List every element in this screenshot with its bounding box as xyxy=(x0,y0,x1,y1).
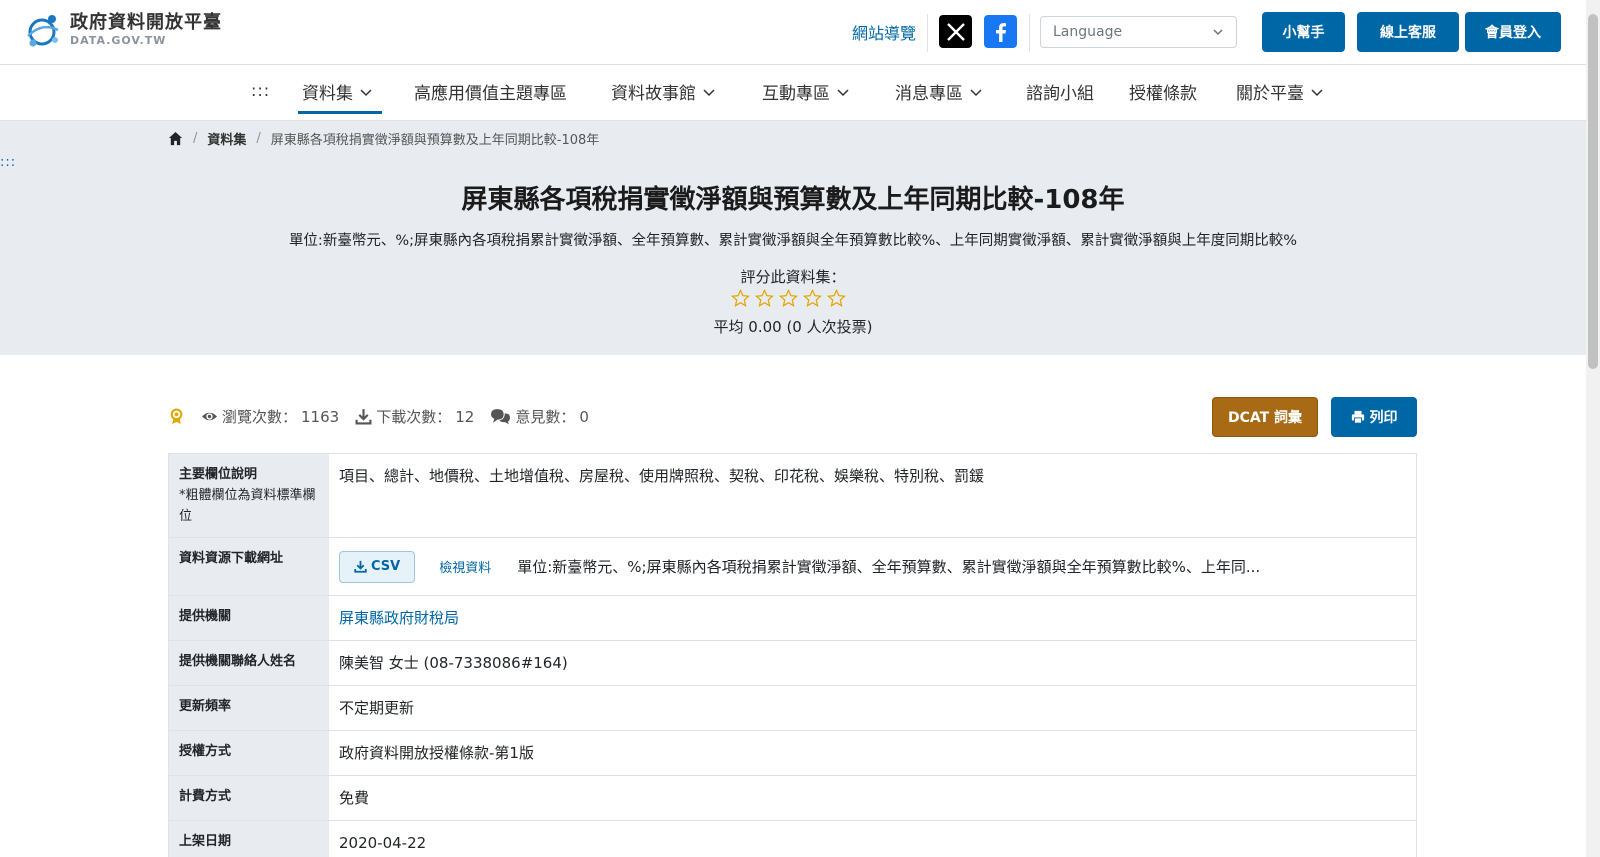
scrollbar-thumb[interactable] xyxy=(1588,14,1598,369)
star-icon[interactable] xyxy=(755,289,774,308)
views-count: 瀏覽次數： 1163 xyxy=(201,406,339,427)
date-value: 2020-04-22 xyxy=(339,834,427,852)
resource-description: 單位:新臺幣元、%;屏東縣內各項稅捐累計實徵淨額、全年預算數、累計實徵淨額與全年… xyxy=(517,557,1261,576)
view-data-link[interactable]: 檢視資料 xyxy=(439,557,491,581)
comments-icon xyxy=(491,409,511,425)
row-label: 上架日期 xyxy=(169,821,329,857)
logo-title: 政府資料開放平臺 xyxy=(70,12,222,33)
print-button[interactable]: 列印 xyxy=(1331,397,1417,437)
online-service-button[interactable]: 線上客服 xyxy=(1357,12,1459,52)
chevron-down-icon xyxy=(703,88,715,96)
sitemap-link[interactable]: 網站導覽 xyxy=(852,20,916,44)
contact-value: 陳美智 女士 (08-7338086#164) xyxy=(339,654,568,672)
dataset-info-table: 主要欄位說明 *粗體欄位為資料標準欄位 項目、總計、地價稅、土地增值稅、房屋稅、… xyxy=(168,453,1417,857)
agency-link[interactable]: 屏東縣政府財稅局 xyxy=(339,606,459,630)
row-label: 計費方式 xyxy=(169,776,329,820)
nav-item-high-value[interactable]: 高應用價值主題專區 xyxy=(414,79,567,104)
language-placeholder: Language xyxy=(1053,24,1123,40)
rating-average: 平均 0.00 (0 人次投票) xyxy=(713,318,873,336)
site-header: 政府資料開放平臺 DATA.GOV.TW 網站導覽 Language 小幫手 線… xyxy=(0,0,1586,65)
csv-download-button[interactable]: CSV xyxy=(339,550,416,583)
page-scrollbar[interactable] xyxy=(1586,0,1600,857)
eye-icon xyxy=(202,412,217,421)
dataset-stats: 瀏覽次數： 1163 下載次數： 12 意見數： 0 xyxy=(168,406,605,427)
badge xyxy=(168,408,185,425)
page-title: 屏東縣各項稅捐實徵淨額與預算數及上年同期比較-108年 xyxy=(461,185,1125,215)
rating-label: 評分此資料集： xyxy=(740,268,846,286)
printer-icon xyxy=(1351,410,1364,424)
content-accesskey[interactable]: ::: xyxy=(0,155,16,170)
row-label: 授權方式 xyxy=(169,731,329,775)
logo-icon xyxy=(22,10,62,50)
divider xyxy=(1029,14,1030,52)
row-label: 資料資源下載網址 xyxy=(169,538,329,595)
breadcrumb: / 資料集 / 屏東縣各項稅捐實徵淨額與預算數及上年同期比較-108年 xyxy=(168,129,599,148)
table-row: 上架日期 2020-04-22 xyxy=(169,821,1416,857)
nav-item-news[interactable]: 消息專區 xyxy=(895,79,983,104)
row-label: 更新頻率 xyxy=(169,686,329,730)
chevron-down-icon xyxy=(1311,88,1323,96)
breadcrumb-current: 屏東縣各項稅捐實徵淨額與預算數及上年同期比較-108年 xyxy=(270,133,600,148)
site-logo[interactable]: 政府資料開放平臺 DATA.GOV.TW xyxy=(22,10,222,50)
download-icon xyxy=(355,409,372,425)
x-twitter-icon[interactable] xyxy=(939,15,972,48)
rating-stars xyxy=(731,289,846,308)
table-row: 提供機關 屏東縣政府財稅局 xyxy=(169,596,1416,641)
main-nav: ::: 資料集 高應用價值主題專區 資料故事館 互動專區 消息專區 諮詢小組 授… xyxy=(0,65,1586,121)
row-label: 提供機關 xyxy=(169,596,329,640)
login-button[interactable]: 會員登入 xyxy=(1465,12,1561,52)
star-icon[interactable] xyxy=(731,289,750,308)
comments-count: 意見數： 0 xyxy=(490,406,589,427)
home-icon[interactable] xyxy=(168,131,183,146)
divider xyxy=(927,14,928,52)
table-row: 提供機關聯絡人姓名 陳美智 女士 (08-7338086#164) xyxy=(169,641,1416,686)
facebook-icon[interactable] xyxy=(984,15,1017,48)
nav-active-indicator xyxy=(298,111,382,114)
nav-item-interactive[interactable]: 互動專區 xyxy=(762,79,850,104)
chevron-down-icon xyxy=(837,88,849,96)
chevron-down-icon xyxy=(1213,29,1223,36)
logo-subtitle: DATA.GOV.TW xyxy=(70,34,167,47)
nav-item-stories[interactable]: 資料故事館 xyxy=(611,79,716,104)
nav-accesskey[interactable]: ::: xyxy=(251,81,270,100)
row-label: 主要欄位說明 xyxy=(179,467,258,482)
chevron-down-icon xyxy=(970,88,982,96)
breadcrumb-datasets[interactable]: 資料集 xyxy=(207,129,246,148)
fee-value: 免費 xyxy=(339,789,370,807)
downloads-count: 下載次數： 12 xyxy=(355,406,474,427)
language-select[interactable]: Language xyxy=(1040,16,1237,48)
table-row: 授權方式 政府資料開放授權條款-第1版 xyxy=(169,731,1416,776)
star-icon[interactable] xyxy=(779,289,798,308)
table-row: 計費方式 免費 xyxy=(169,776,1416,821)
dataset-hero: ::: / 資料集 / 屏東縣各項稅捐實徵淨額與預算數及上年同期比較-108年 … xyxy=(0,121,1586,355)
fields-value: 項目、總計、地價稅、土地增值稅、房屋稅、使用牌照稅、契稅、印花稅、娛樂稅、特別稅… xyxy=(339,467,985,485)
dcat-button[interactable]: DCAT 詞彙 xyxy=(1212,397,1318,437)
table-row: 主要欄位說明 *粗體欄位為資料標準欄位 項目、總計、地價稅、土地增值稅、房屋稅、… xyxy=(169,454,1416,538)
helper-button[interactable]: 小幫手 xyxy=(1262,12,1345,52)
chevron-down-icon xyxy=(360,88,372,96)
license-value: 政府資料開放授權條款-第1版 xyxy=(339,744,534,762)
nav-item-license[interactable]: 授權條款 xyxy=(1129,79,1197,104)
star-icon[interactable] xyxy=(803,289,822,308)
nav-item-datasets[interactable]: 資料集 xyxy=(302,79,373,104)
table-row: 更新頻率 不定期更新 xyxy=(169,686,1416,731)
frequency-value: 不定期更新 xyxy=(339,699,415,717)
row-label-note: *粗體欄位為資料標準欄位 xyxy=(179,488,316,524)
row-label: 提供機關聯絡人姓名 xyxy=(169,641,329,685)
star-icon[interactable] xyxy=(827,289,846,308)
table-row: 資料資源下載網址 CSV 檢視資料 單位:新臺幣元、%;屏東縣內各項稅捐累計實徵… xyxy=(169,538,1416,596)
nav-item-about[interactable]: 關於平臺 xyxy=(1236,79,1324,104)
download-icon xyxy=(354,560,367,573)
nav-item-advisory[interactable]: 諮詢小組 xyxy=(1026,79,1094,104)
dataset-description: 單位:新臺幣元、%;屏東縣內各項稅捐累計實徵淨額、全年預算數、累計實徵淨額與全年… xyxy=(288,233,1298,249)
award-icon xyxy=(170,408,183,424)
